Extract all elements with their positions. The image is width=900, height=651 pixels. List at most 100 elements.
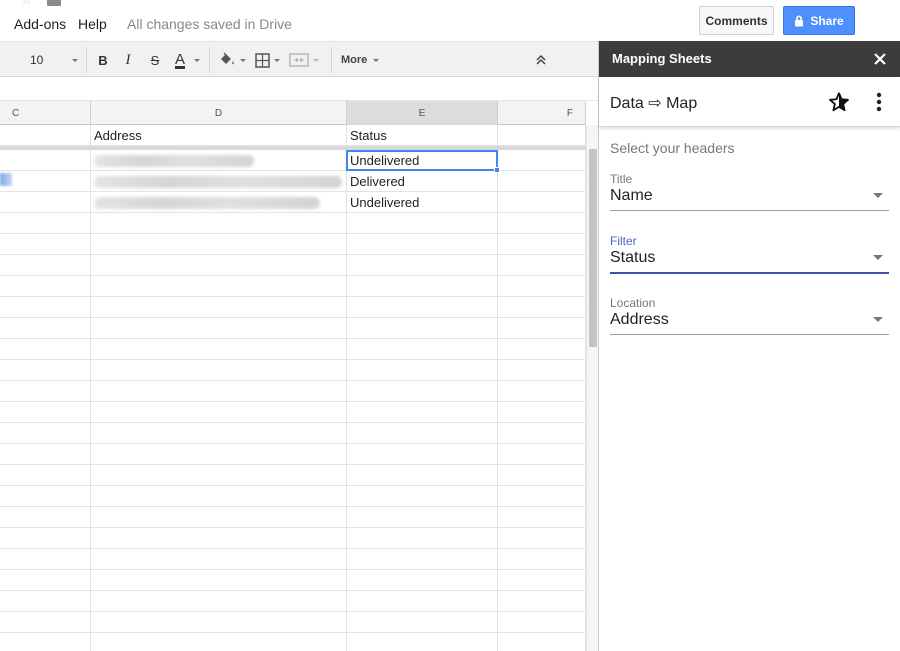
scrollbar-thumb[interactable]	[589, 149, 597, 347]
frozen-row-divider[interactable]	[0, 146, 586, 150]
cell[interactable]	[0, 318, 91, 339]
cell[interactable]	[498, 633, 586, 651]
fill-handle[interactable]	[494, 167, 500, 173]
save-status[interactable]: All changes saved in Drive	[127, 16, 292, 32]
cell[interactable]	[498, 570, 586, 591]
cell-redacted[interactable]	[91, 171, 347, 192]
cell[interactable]	[91, 570, 347, 591]
cell[interactable]	[347, 612, 498, 633]
cell[interactable]	[0, 423, 91, 444]
font-size-select[interactable]: 10	[30, 51, 78, 69]
cell[interactable]	[91, 612, 347, 633]
cell[interactable]	[0, 402, 91, 423]
collapse-toolbar-button[interactable]	[533, 51, 549, 69]
menu-add-ons[interactable]: Add-ons	[14, 16, 66, 32]
text-color-button[interactable]: A	[170, 51, 202, 69]
cell[interactable]	[91, 465, 347, 486]
star-icon[interactable]: ☆	[20, 0, 33, 6]
cell[interactable]	[91, 633, 347, 651]
cell[interactable]	[498, 612, 586, 633]
cell[interactable]	[0, 125, 91, 146]
cell[interactable]	[347, 255, 498, 276]
filter-header-select[interactable]: Filter Status	[610, 234, 889, 274]
cell[interactable]	[498, 381, 586, 402]
folder-icon[interactable]	[47, 0, 61, 6]
cell[interactable]	[498, 213, 586, 234]
cell[interactable]	[91, 255, 347, 276]
cell[interactable]	[0, 276, 91, 297]
cell[interactable]	[0, 465, 91, 486]
cell[interactable]	[498, 339, 586, 360]
cell-redacted[interactable]	[91, 150, 347, 171]
cell[interactable]	[0, 213, 91, 234]
cell[interactable]	[91, 360, 347, 381]
cell[interactable]	[347, 591, 498, 612]
cell[interactable]	[91, 486, 347, 507]
cell[interactable]	[498, 423, 586, 444]
cell[interactable]	[0, 360, 91, 381]
column-header-e[interactable]: E	[347, 101, 498, 125]
cell[interactable]	[91, 507, 347, 528]
cell[interactable]	[347, 465, 498, 486]
cell[interactable]	[347, 339, 498, 360]
column-header-d[interactable]: D	[91, 101, 347, 125]
cell[interactable]	[347, 507, 498, 528]
comments-button[interactable]: Comments	[699, 6, 774, 35]
fill-color-button[interactable]	[218, 51, 248, 69]
more-vert-icon[interactable]	[875, 91, 883, 113]
cell[interactable]	[498, 549, 586, 570]
cell[interactable]	[91, 591, 347, 612]
star-plus-icon[interactable]	[828, 91, 850, 113]
cell[interactable]	[498, 171, 586, 192]
merge-cells-button[interactable]	[289, 51, 323, 69]
cell[interactable]	[91, 213, 347, 234]
cell[interactable]	[91, 276, 347, 297]
cell[interactable]	[0, 633, 91, 651]
formula-bar[interactable]	[0, 77, 598, 101]
cell[interactable]	[498, 318, 586, 339]
cell[interactable]	[0, 444, 91, 465]
cell[interactable]	[347, 381, 498, 402]
column-header-c[interactable]: C	[0, 101, 91, 125]
cell[interactable]	[347, 402, 498, 423]
cell[interactable]	[91, 297, 347, 318]
cell[interactable]	[498, 402, 586, 423]
cell[interactable]	[91, 528, 347, 549]
title-header-select[interactable]: Title Name	[610, 172, 889, 212]
cell[interactable]	[347, 570, 498, 591]
cell[interactable]	[0, 528, 91, 549]
cell[interactable]	[347, 633, 498, 651]
cell[interactable]	[0, 591, 91, 612]
cell[interactable]	[347, 486, 498, 507]
close-icon[interactable]	[872, 51, 888, 67]
cell[interactable]	[498, 465, 586, 486]
sheet-grid[interactable]: C D E F Address Status Undelivered Deliv…	[0, 77, 598, 651]
more-button[interactable]: More	[341, 51, 385, 69]
cell[interactable]	[498, 234, 586, 255]
vertical-scrollbar[interactable]	[586, 125, 598, 651]
cell[interactable]	[498, 360, 586, 381]
cell[interactable]	[498, 150, 586, 171]
cell[interactable]	[0, 255, 91, 276]
cell[interactable]	[498, 486, 586, 507]
cell[interactable]	[347, 318, 498, 339]
cell[interactable]	[91, 549, 347, 570]
cell[interactable]	[347, 234, 498, 255]
cell-redacted[interactable]	[91, 192, 347, 213]
cell[interactable]	[498, 276, 586, 297]
cell[interactable]	[498, 507, 586, 528]
cell[interactable]	[91, 402, 347, 423]
cell[interactable]	[0, 234, 91, 255]
cell[interactable]: Undelivered	[347, 192, 498, 213]
cell[interactable]	[0, 381, 91, 402]
cell[interactable]	[0, 150, 91, 171]
cell[interactable]	[347, 528, 498, 549]
cell[interactable]	[91, 234, 347, 255]
menu-help[interactable]: Help	[78, 16, 107, 32]
italic-button[interactable]: I	[122, 51, 134, 69]
cell[interactable]	[0, 570, 91, 591]
cell[interactable]	[0, 192, 91, 213]
cell[interactable]	[0, 507, 91, 528]
cell[interactable]	[0, 486, 91, 507]
cell[interactable]	[91, 339, 347, 360]
